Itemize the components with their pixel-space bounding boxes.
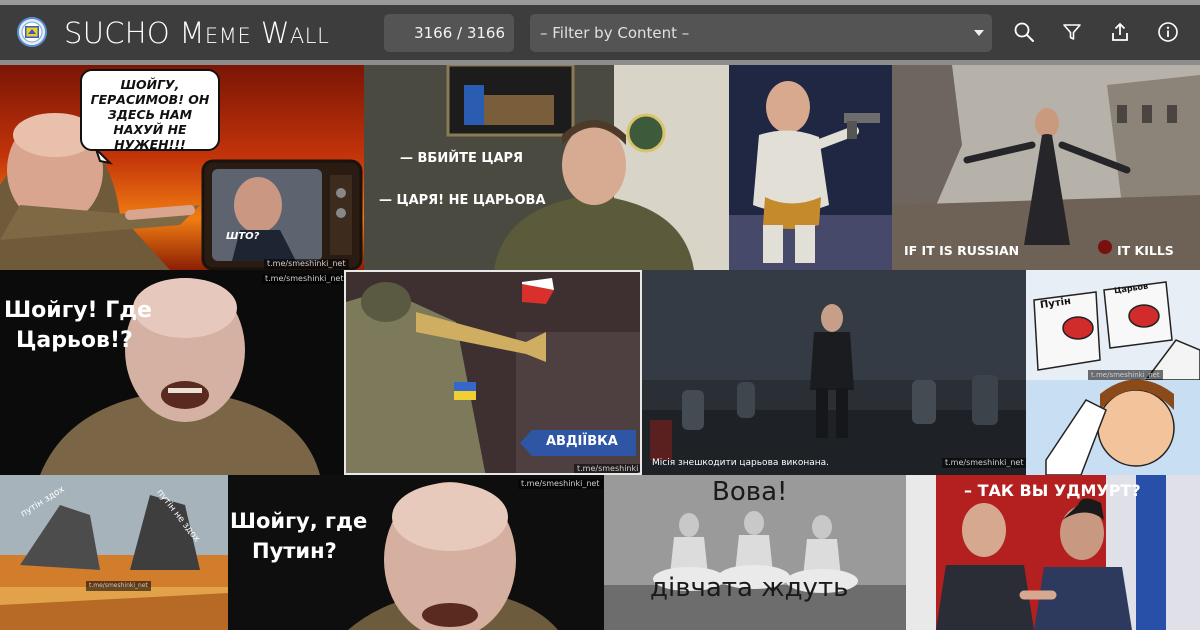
watermark: t.me/smeshinki_net	[574, 464, 640, 473]
meme-tile-two-buttons[interactable]: Путін Царьов t.me/smeshinki_net	[1026, 270, 1200, 475]
meme-image	[364, 65, 729, 270]
meme-tile-ruins[interactable]: IF IT IS RUSSIAN IT KILLS	[892, 65, 1200, 270]
meme-image	[0, 475, 228, 630]
filter-selected-label: – Filter by Content –	[540, 24, 690, 42]
caption-bottom: дівчата ждуть	[650, 573, 849, 603]
subtitle-caption: Місія знешкодити царьова виконана.	[652, 458, 829, 468]
meme-tile-prigozhin-tsarev[interactable]: Шойгу! Где Царьов!? t.me/smeshinki_net	[0, 270, 344, 475]
filter-icon	[1063, 24, 1081, 40]
watermark: t.me/smeshinki_net	[264, 259, 349, 269]
watermark: t.me/smeshinki_net	[262, 274, 344, 284]
meme-tile-ballerinas[interactable]: Вова! дівчата ждуть	[604, 475, 906, 630]
caption-top: – ТАК ВЫ УДМУРТ?	[964, 481, 1141, 500]
chevron-down-icon	[974, 30, 984, 36]
meme-tile-godzilla[interactable]: путін здох путін не здох t.me/smeshinki_…	[0, 475, 228, 630]
caption-right: IT KILLS	[1117, 243, 1174, 258]
content-filter-select[interactable]: – Filter by Content –	[530, 14, 992, 52]
caption-line-1: Шойгу! Где	[4, 298, 152, 323]
app-title: SUCHO MEME WALL	[64, 16, 330, 50]
caption-line-2: — ЦАРЯ! НЕ ЦАРЬОВА	[379, 193, 546, 208]
meme-image	[729, 65, 892, 270]
meme-tile-officer[interactable]: — ВБИЙТЕ ЦАРЯ — ЦАРЯ! НЕ ЦАРЬОВА	[364, 65, 729, 270]
meme-image	[892, 65, 1200, 270]
sucho-logo	[17, 17, 47, 47]
info-icon	[1158, 22, 1178, 42]
meme-tile-mini-putin[interactable]	[729, 65, 892, 270]
watermark: t.me/smeshinki_net	[942, 458, 1026, 468]
watermark: t.me/smeshinki_net	[1088, 370, 1163, 380]
share-icon	[1112, 22, 1128, 41]
caption-line-2: Царьов!?	[16, 328, 133, 353]
caption-left: IF IT IS RUSSIAN	[904, 243, 1020, 258]
info-button[interactable]	[1153, 17, 1183, 47]
search-icon	[1014, 22, 1034, 42]
tv-caption: ШТО?	[226, 231, 260, 242]
caption-line-1: Шойгу, где	[230, 509, 368, 533]
meme-tile-prigozhin-putin[interactable]: Шойгу, где Путин? t.me/smeshinki_net	[228, 475, 604, 630]
meme-image	[642, 270, 1026, 475]
watermark: t.me/smeshinki_net	[86, 581, 151, 591]
caption-top: Вова!	[712, 477, 788, 507]
meme-tile-graveyard[interactable]: Місія знешкодити царьова виконана. t.me/…	[642, 270, 1026, 475]
road-sign-text: АВДІЇВКА	[546, 434, 618, 449]
meme-tile-udmurt[interactable]: – ТАК ВЫ УДМУРТ?	[906, 475, 1200, 630]
speech-bubble: ШОЙГУ, ГЕРАСИМОВ! ОН ЗДЕСЬ НАМ НАХУЙ НЕ …	[80, 69, 220, 152]
caption-line-1: — ВБИЙТЕ ЦАРЯ	[400, 151, 524, 166]
search-button[interactable]	[1009, 17, 1039, 47]
meme-tile-trumpet-soldier[interactable]: АВДІЇВКА t.me/smeshinki_net	[344, 270, 642, 475]
share-button[interactable]	[1105, 17, 1135, 47]
caption-line-2: Путин?	[252, 539, 337, 563]
watermark: t.me/smeshinki_net	[518, 479, 603, 489]
app-header: SUCHO MEME WALL 3166 / 3166 – Filter by …	[0, 5, 1200, 60]
meme-tile-prigozhin-tv[interactable]: ШОЙГУ, ГЕРАСИМОВ! ОН ЗДЕСЬ НАМ НАХУЙ НЕ …	[0, 65, 364, 270]
filter-button[interactable]	[1057, 17, 1087, 47]
item-counter: 3166 / 3166	[384, 14, 514, 52]
